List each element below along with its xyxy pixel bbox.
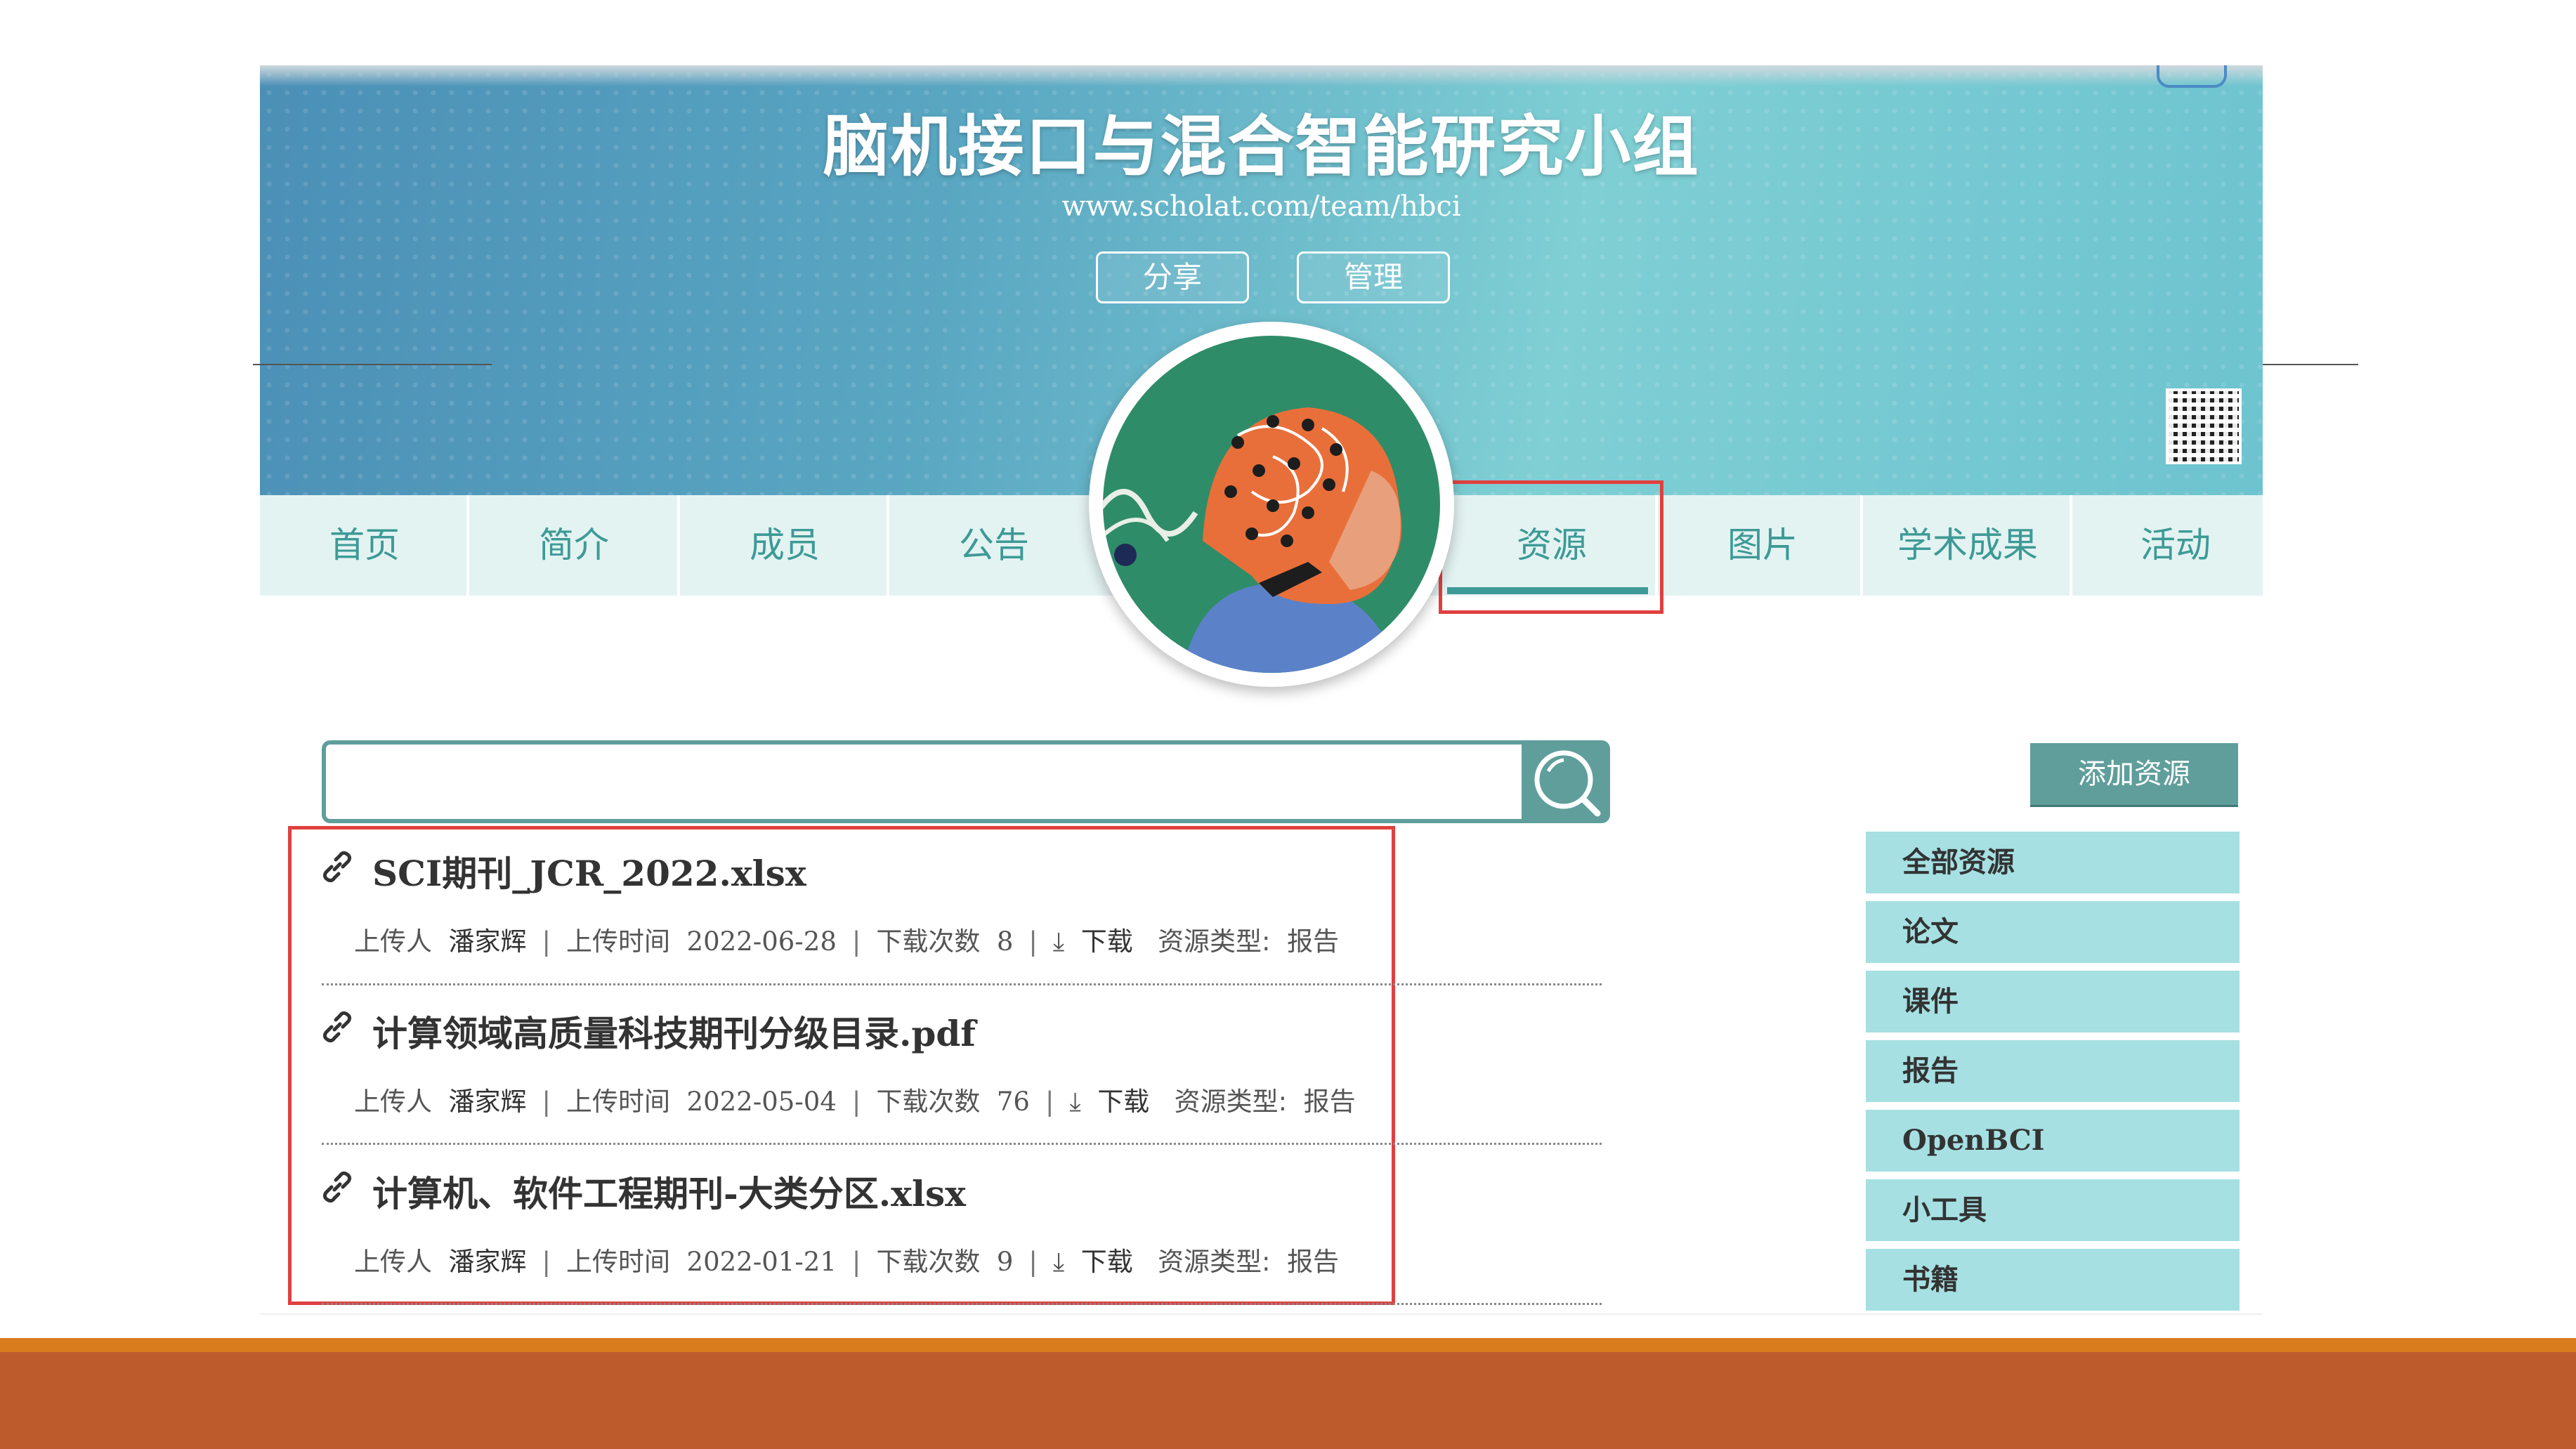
tab-intro[interactable]: 简介 <box>469 495 679 596</box>
resource-type-label: 资源类型: <box>1158 926 1271 957</box>
upload-time-label: 上传时间 <box>566 926 670 957</box>
category-all[interactable]: 全部资源 <box>1866 832 2240 893</box>
category-reports[interactable]: 报告 <box>1866 1040 2240 1102</box>
download-icon[interactable]: ⤓ <box>1053 1247 1064 1277</box>
search-button[interactable] <box>1522 740 1610 823</box>
resource-title[interactable]: SCI期刊_JCR_2022.xlsx <box>372 846 806 896</box>
download-link[interactable]: 下载 <box>1081 1247 1133 1277</box>
resource-type: 报告 <box>1287 926 1340 957</box>
category-papers[interactable]: 论文 <box>1866 901 2240 963</box>
footer-stripe <box>0 1338 2576 1352</box>
badge-icon[interactable] <box>2157 65 2227 88</box>
add-resource-button[interactable]: 添加资源 <box>2030 743 2238 805</box>
resource-meta: 上传人 潘家辉 | 上传时间 2022-05-04 | 下载次数 76 | ⤓ 下载 资源类… <box>354 1087 1356 1117</box>
tab-achievements[interactable]: 学术成果 <box>1863 495 2072 596</box>
resource-meta: 上传人 潘家辉 | 上传时间 2022-01-21 | 下载次数 9 | ⤓ 下载 资源类型… <box>354 1247 1340 1277</box>
footer-band <box>0 1352 2576 1449</box>
upload-time: 2022-06-28 <box>686 926 837 957</box>
download-count: 9 <box>996 1247 1014 1277</box>
divider <box>260 1313 2263 1315</box>
category-tools[interactable]: 小工具 <box>1866 1179 2240 1241</box>
download-count-label: 下载次数 <box>876 1247 981 1277</box>
divider <box>253 364 492 365</box>
tab-announcements[interactable]: 公告 <box>889 495 1099 596</box>
download-icon[interactable]: ⤓ <box>1069 1087 1080 1117</box>
category-courseware[interactable]: 课件 <box>1866 971 2240 1032</box>
resource-type-label: 资源类型: <box>1158 1247 1271 1277</box>
download-count-label: 下载次数 <box>876 1087 981 1117</box>
upload-time: 2022-05-04 <box>686 1087 837 1117</box>
manage-button[interactable]: 管理 <box>1297 251 1450 303</box>
upload-time: 2022-01-21 <box>686 1247 837 1277</box>
qr-code-icon[interactable] <box>2166 388 2242 464</box>
tab-home[interactable]: 首页 <box>260 495 469 596</box>
highlight-box-resource-list <box>288 826 1395 1305</box>
resource-meta: 上传人 潘家辉 | 上传时间 2022-06-28 | 下载次数 8 | ⤓ 下载 资源类型… <box>354 926 1340 957</box>
team-url[interactable]: www.scholat.com/team/hbci <box>260 190 2263 223</box>
link-icon <box>322 1011 352 1043</box>
divider <box>322 1143 1602 1145</box>
tab-activities[interactable]: 活动 <box>2071 495 2280 596</box>
team-title: 脑机接口与混合智能研究小组 <box>823 109 1700 185</box>
uploader-label: 上传人 <box>354 926 432 957</box>
search-input[interactable] <box>322 740 1527 823</box>
divider <box>2263 364 2358 365</box>
uploader-label: 上传人 <box>354 1087 432 1117</box>
share-button[interactable]: 分享 <box>1096 251 1249 303</box>
category-books[interactable]: 书籍 <box>1866 1249 2240 1311</box>
tab-pictures[interactable]: 图片 <box>1658 495 1867 596</box>
highlight-box-resources-tab <box>1439 480 1663 614</box>
tab-members[interactable]: 成员 <box>680 495 889 596</box>
resource-type: 报告 <box>1287 1247 1340 1277</box>
uploader-name[interactable]: 潘家辉 <box>449 926 527 957</box>
divider <box>322 1303 1602 1305</box>
download-count: 8 <box>996 926 1014 957</box>
link-icon <box>322 851 352 883</box>
resource-type: 报告 <box>1303 1087 1356 1117</box>
divider <box>322 983 1602 985</box>
download-count: 76 <box>996 1087 1030 1117</box>
upload-time-label: 上传时间 <box>566 1087 670 1117</box>
uploader-name[interactable]: 潘家辉 <box>449 1087 527 1117</box>
download-count-label: 下载次数 <box>876 926 981 957</box>
resource-type-label: 资源类型: <box>1174 1087 1288 1117</box>
search-icon <box>1534 750 1601 817</box>
download-link[interactable]: 下载 <box>1097 1087 1149 1117</box>
download-icon[interactable]: ⤓ <box>1053 926 1064 957</box>
resource-title[interactable]: 计算领域高质量科技期刊分级目录.pdf <box>372 1006 976 1056</box>
resource-title[interactable]: 计算机、软件工程期刊-大类分区.xlsx <box>372 1166 966 1217</box>
uploader-name[interactable]: 潘家辉 <box>449 1247 527 1277</box>
uploader-label: 上传人 <box>354 1247 432 1277</box>
category-openbci[interactable]: OpenBCI <box>1866 1110 2240 1172</box>
avatar-image <box>1103 336 1440 673</box>
link-icon <box>322 1171 352 1203</box>
team-avatar[interactable] <box>1089 322 1454 687</box>
download-link[interactable]: 下载 <box>1081 926 1133 957</box>
upload-time-label: 上传时间 <box>566 1247 670 1277</box>
